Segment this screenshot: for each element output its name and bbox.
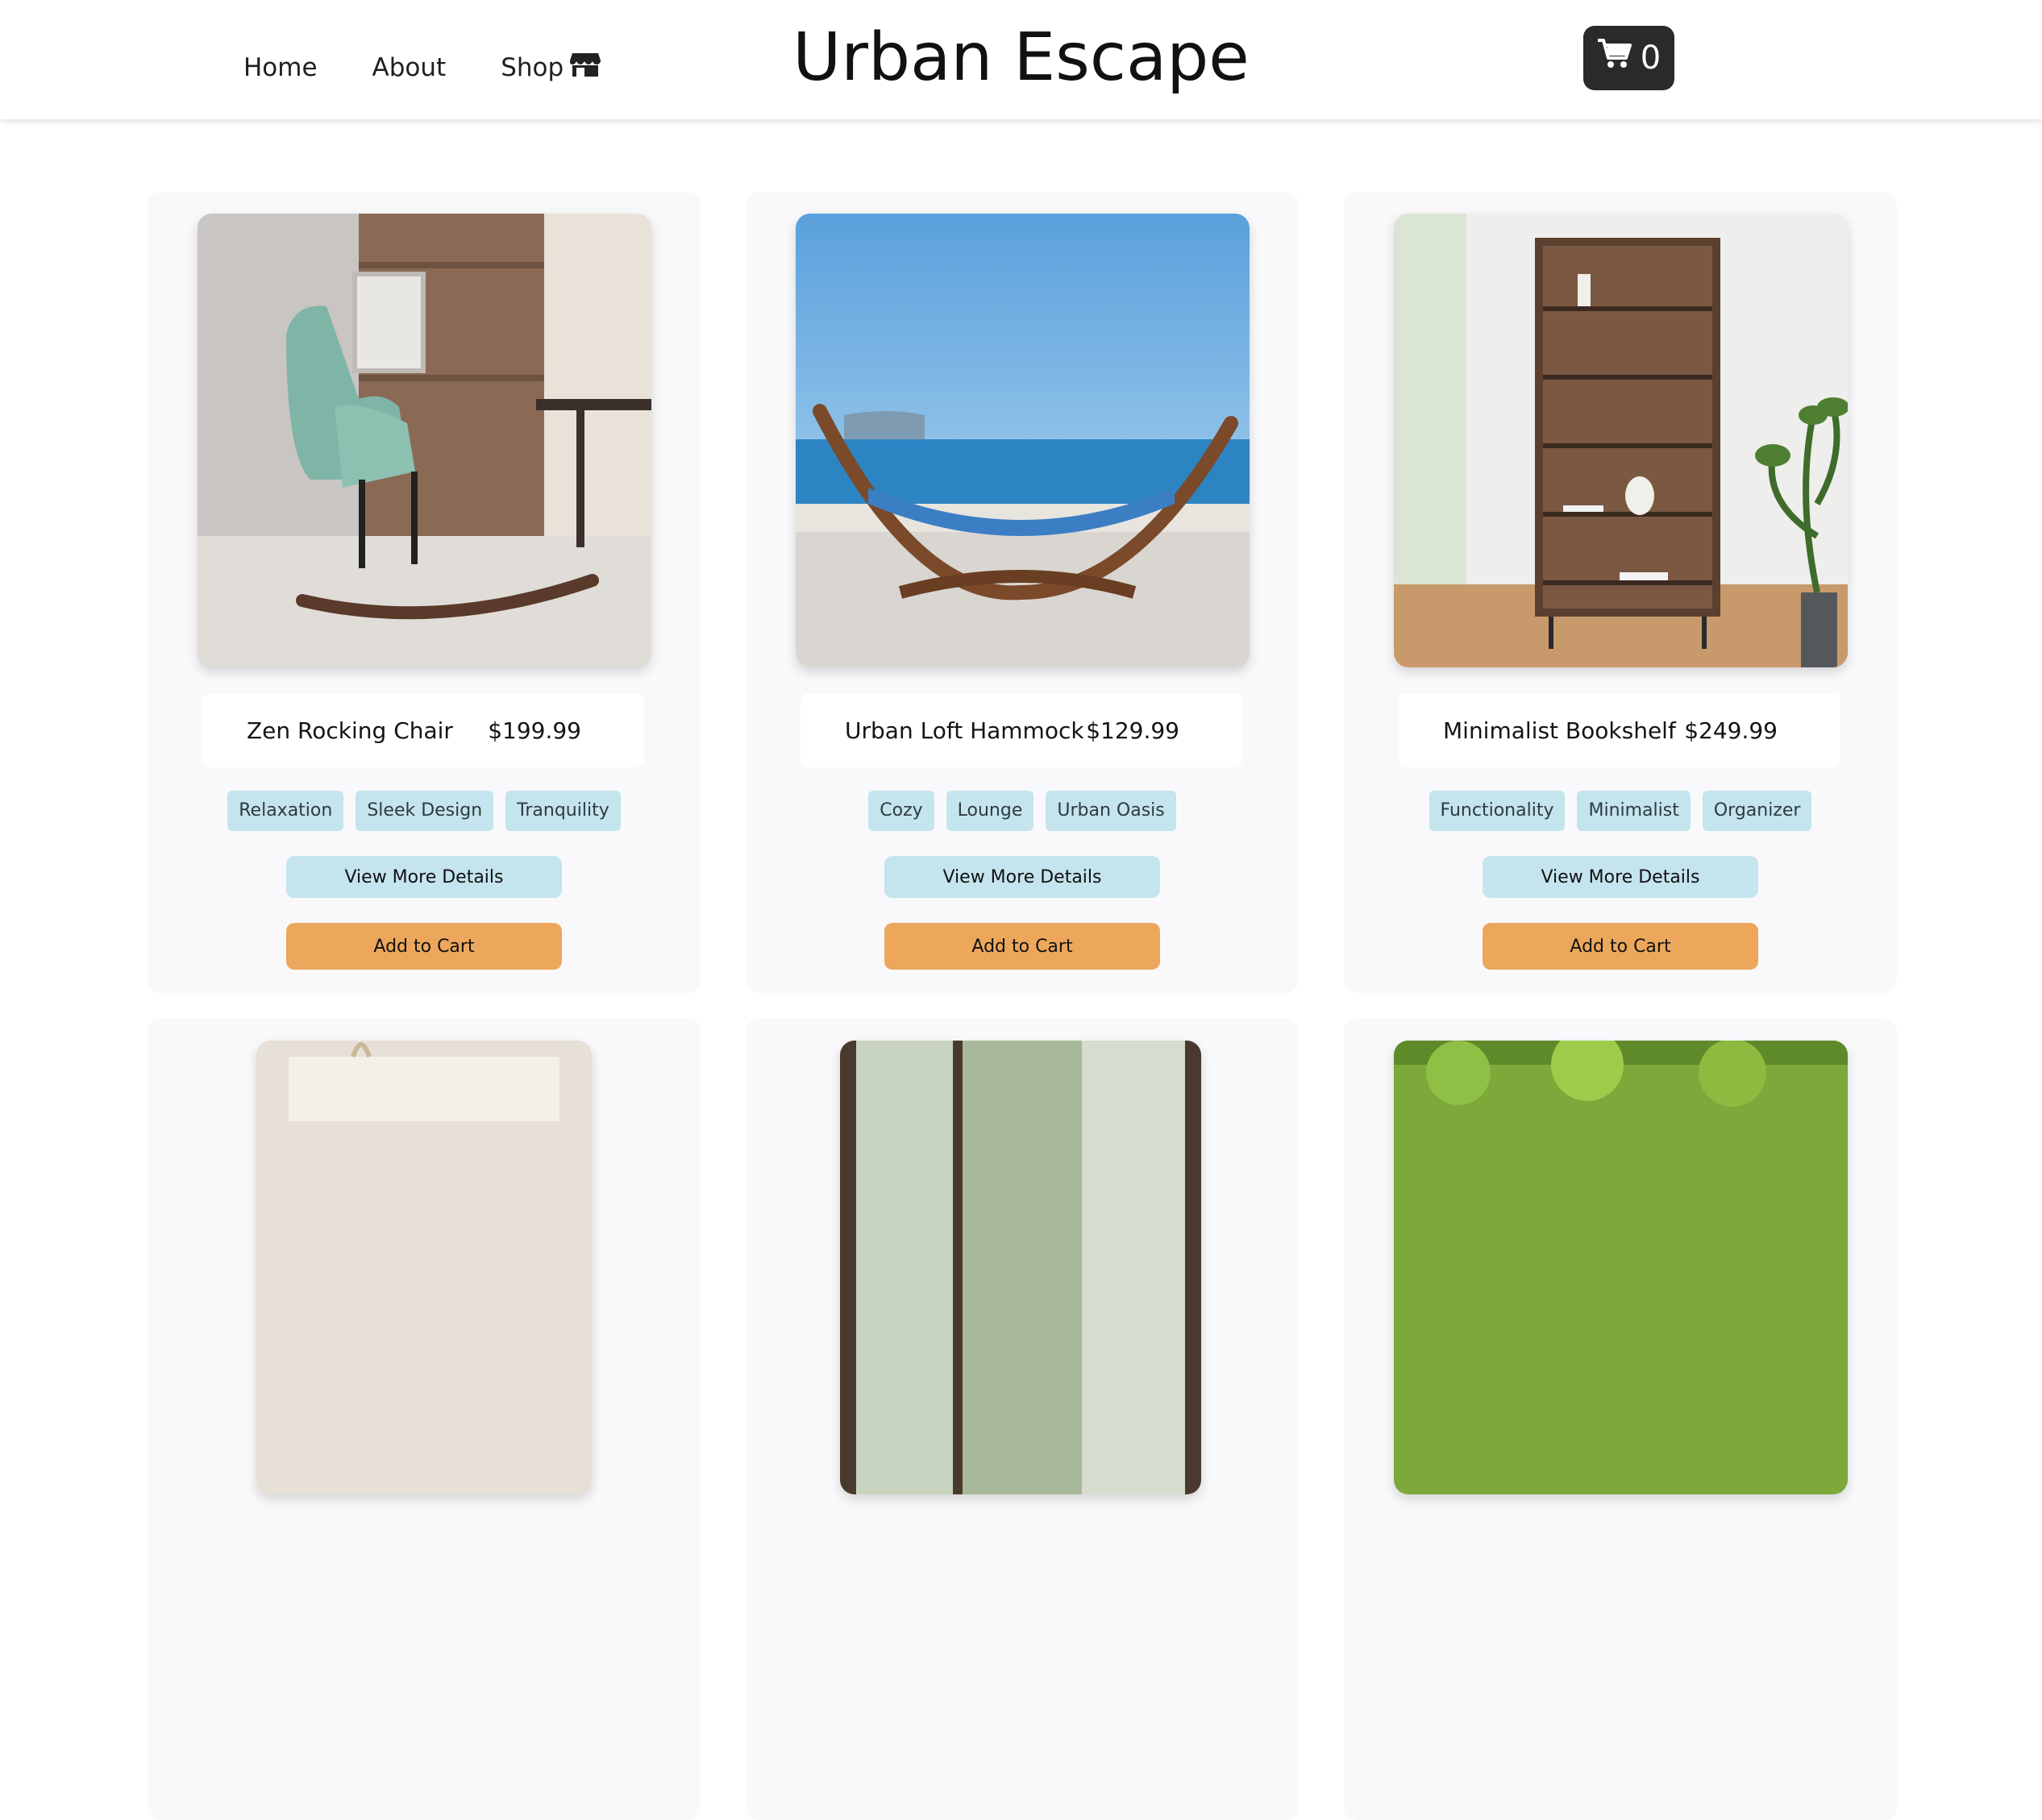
nav-home-label: Home (243, 53, 318, 82)
product-price: $249.99 (1684, 717, 1778, 744)
view-details-button[interactable]: View More Details (286, 856, 562, 898)
view-details-button[interactable]: View More Details (1483, 856, 1758, 898)
product-info: Minimalist Bookshelf $249.99 (1399, 693, 1840, 767)
nav-shop-link[interactable]: Shop (501, 52, 601, 84)
product-tag: Minimalist (1577, 791, 1691, 831)
product-image-garden[interactable] (1394, 1041, 1848, 1494)
product-card: Minimalist Bookshelf $249.99 Functionali… (1344, 192, 1897, 993)
product-name: Zen Rocking Chair (247, 717, 453, 744)
product-tag: Organizer (1702, 791, 1812, 831)
cart-button[interactable]: 0 (1583, 26, 1674, 90)
product-image-rocking-chair[interactable] (198, 214, 651, 667)
add-to-cart-button[interactable]: Add to Cart (884, 923, 1160, 970)
nav-home-link[interactable]: Home (243, 53, 318, 82)
product-tag: Relaxation (227, 791, 344, 831)
product-tag: Sleek Design (356, 791, 494, 831)
product-tag: Functionality (1429, 791, 1566, 831)
product-card (1344, 1019, 1897, 1820)
product-card (148, 1019, 701, 1820)
view-details-button[interactable]: View More Details (884, 856, 1160, 898)
product-image-bookshelf[interactable] (1394, 214, 1848, 667)
add-to-cart-button[interactable]: Add to Cart (1483, 923, 1758, 970)
product-info: Zen Rocking Chair $199.99 (202, 693, 644, 767)
product-tag: Lounge (946, 791, 1034, 831)
product-card (746, 1019, 1299, 1820)
product-tags: Cozy Lounge Urban Oasis (746, 791, 1299, 831)
shopping-cart-icon (1597, 38, 1632, 78)
product-name: Urban Loft Hammock (845, 717, 1084, 744)
product-card: Zen Rocking Chair $199.99 Relaxation Sle… (148, 192, 701, 993)
add-to-cart-button[interactable]: Add to Cart (286, 923, 562, 970)
site-header: Home About Shop Urban Escape 0 (0, 0, 2042, 119)
product-image-sofa[interactable] (256, 1041, 592, 1494)
product-image-interior[interactable] (840, 1041, 1201, 1494)
nav-about-label: About (372, 53, 447, 82)
main-nav: Home About Shop (243, 52, 601, 84)
cart-count: 0 (1640, 39, 1661, 77)
product-tags: Relaxation Sleek Design Tranquility (148, 791, 701, 831)
product-price: $199.99 (488, 717, 581, 744)
product-card: Urban Loft Hammock $129.99 Cozy Lounge U… (746, 192, 1299, 993)
product-price: $129.99 (1086, 717, 1179, 744)
store-icon (570, 52, 601, 84)
product-tag: Urban Oasis (1046, 791, 1176, 831)
product-name: Minimalist Bookshelf (1443, 717, 1676, 744)
product-info: Urban Loft Hammock $129.99 (801, 693, 1242, 767)
product-image-hammock[interactable] (796, 214, 1250, 667)
nav-about-link[interactable]: About (372, 53, 447, 82)
product-tag: Cozy (868, 791, 934, 831)
product-tag: Tranquility (505, 791, 621, 831)
product-tags: Functionality Minimalist Organizer (1344, 791, 1897, 831)
nav-shop-label: Shop (501, 53, 564, 82)
